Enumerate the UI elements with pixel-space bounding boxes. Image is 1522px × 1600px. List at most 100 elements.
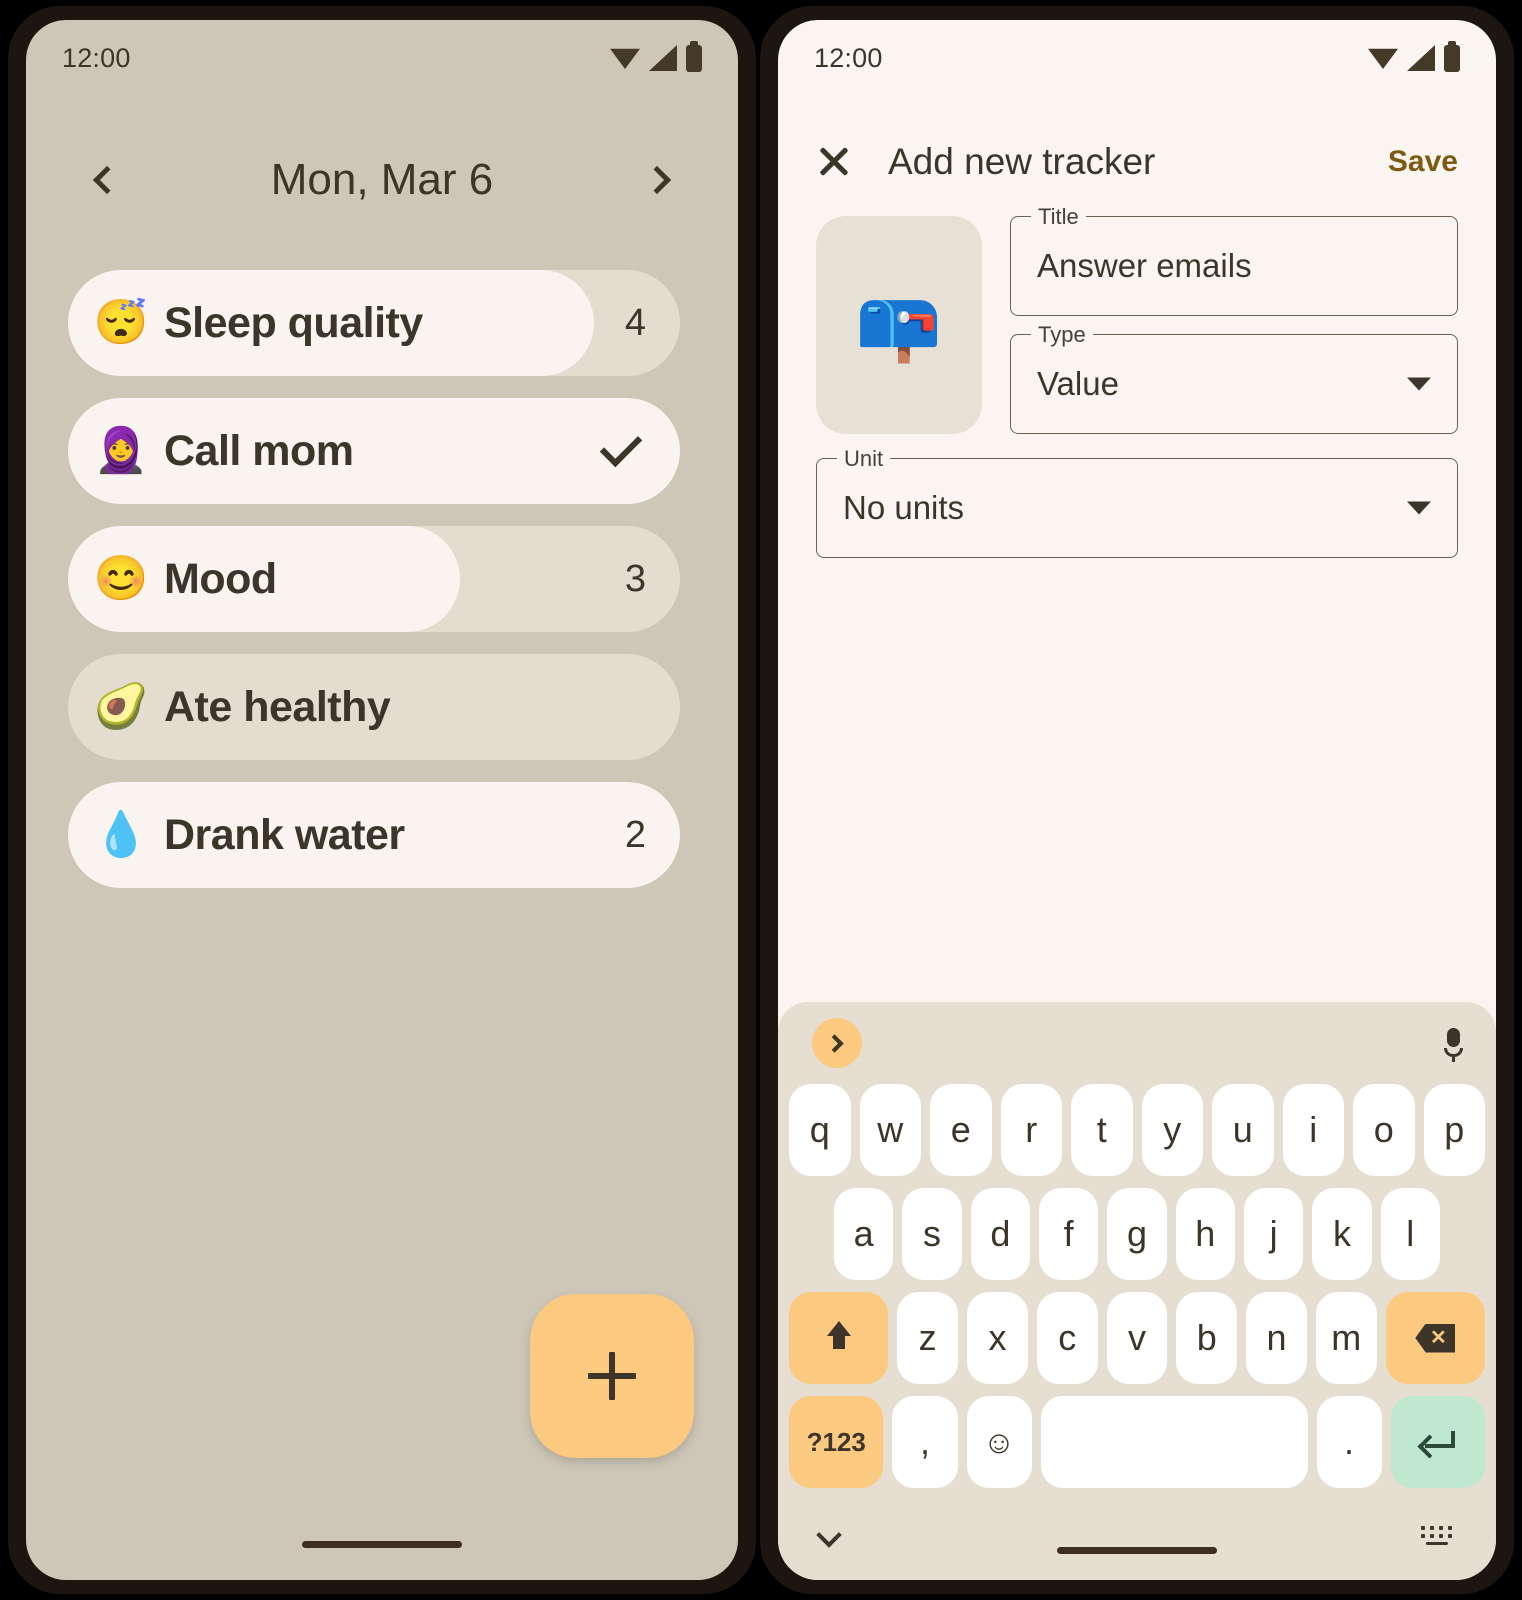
keyboard-switch-icon[interactable] xyxy=(1420,1526,1454,1552)
tracker-value: 4 xyxy=(624,301,646,344)
tracker-row[interactable]: 😊 Mood 3 xyxy=(68,526,680,632)
emoji-picker-button[interactable]: 📪 xyxy=(816,216,982,434)
sleeping-face-emoji: 😴 xyxy=(93,298,149,347)
key-b[interactable]: b xyxy=(1176,1292,1238,1384)
key-c[interactable]: c xyxy=(1036,1292,1098,1384)
key-e[interactable]: e xyxy=(930,1084,992,1176)
primary-fields: Title Answer emails Type Value xyxy=(1010,204,1458,434)
woman-with-headscarf-emoji: 🧕 xyxy=(93,426,149,475)
tracker-label: Sleep quality xyxy=(164,298,423,347)
key-q[interactable]: q xyxy=(789,1084,851,1176)
signal-icon xyxy=(1407,45,1435,71)
status-icons xyxy=(1368,40,1460,72)
key-j[interactable]: j xyxy=(1243,1188,1304,1280)
key-u[interactable]: u xyxy=(1212,1084,1274,1176)
key-w[interactable]: w xyxy=(859,1084,921,1176)
add-tracker-fab[interactable] xyxy=(530,1294,694,1458)
key-v[interactable]: v xyxy=(1106,1292,1168,1384)
keyboard-bottom-bar xyxy=(778,1500,1496,1578)
period-key[interactable]: . xyxy=(1316,1396,1382,1488)
save-button[interactable]: Save xyxy=(1388,145,1458,179)
key-s[interactable]: s xyxy=(902,1188,962,1280)
key-g[interactable]: g xyxy=(1107,1188,1167,1280)
key-k[interactable]: k xyxy=(1312,1188,1372,1280)
key-a[interactable]: a xyxy=(834,1188,894,1280)
battery-icon xyxy=(1444,40,1460,72)
hide-keyboard-button[interactable] xyxy=(816,1522,842,1548)
emoji-key[interactable]: ☺ xyxy=(966,1396,1032,1488)
tracker-row[interactable]: 🧕 Call mom xyxy=(68,398,680,504)
next-day-button[interactable] xyxy=(632,151,690,209)
key-n[interactable]: n xyxy=(1246,1292,1307,1384)
space-key[interactable] xyxy=(1040,1396,1308,1488)
chevron-down-icon xyxy=(816,1522,842,1548)
battery-icon xyxy=(686,40,702,72)
tracker-label: Call mom xyxy=(164,426,354,475)
key-y[interactable]: y xyxy=(1141,1084,1203,1176)
closed-mailbox-with-raised-flag-emoji: 📪 xyxy=(855,286,943,364)
key-o[interactable]: o xyxy=(1353,1084,1415,1176)
title-field-value: Answer emails xyxy=(1037,247,1252,284)
on-screen-keyboard: qwertyuiop asdfghjkl zxcvbnm ✕ ?123 , ☺ xyxy=(778,1002,1496,1580)
tracker-row-content: 🧕 Call mom xyxy=(68,398,680,504)
plus-icon xyxy=(588,1352,636,1400)
title-field-label: Title xyxy=(1031,204,1086,230)
tracker-label: Drank water xyxy=(164,810,405,859)
key-r[interactable]: r xyxy=(1000,1084,1062,1176)
keyboard-row-4: ?123 , ☺ . xyxy=(778,1396,1496,1488)
key-z[interactable]: z xyxy=(897,1292,959,1384)
tracker-row-content: 😊 Mood 3 xyxy=(68,526,680,632)
key-m[interactable]: m xyxy=(1315,1292,1377,1384)
shift-icon xyxy=(824,1321,854,1355)
status-time: 12:00 xyxy=(62,42,131,73)
key-t[interactable]: t xyxy=(1071,1084,1133,1176)
type-field[interactable]: Type Value xyxy=(1010,322,1458,434)
shift-key[interactable] xyxy=(789,1292,889,1384)
add-tracker-form: 📪 Title Answer emails Type Value Unit No… xyxy=(778,204,1496,558)
enter-icon xyxy=(1421,1431,1455,1453)
date-header: Mon, Mar 6 xyxy=(26,130,738,230)
tracker-list: 😴 Sleep quality 4 🧕 Call mom 😊 Mood 3 🥑 Ate healt… xyxy=(68,270,680,910)
tracker-row[interactable]: 🥑 Ate healthy xyxy=(68,654,680,760)
tracker-row[interactable]: 😴 Sleep quality 4 xyxy=(68,270,680,376)
unit-field-label: Unit xyxy=(837,446,891,472)
enter-key[interactable] xyxy=(1390,1396,1485,1488)
dual-phone-screenshot: 12:00 Mon, Mar 6 😴 Sleep quality 4 🧕 Call mo… xyxy=(0,0,1522,1600)
key-p[interactable]: p xyxy=(1423,1084,1485,1176)
key-d[interactable]: d xyxy=(970,1188,1030,1280)
check-icon xyxy=(599,424,643,468)
key-f[interactable]: f xyxy=(1039,1188,1099,1280)
title-field[interactable]: Title Answer emails xyxy=(1010,204,1458,316)
unit-field[interactable]: Unit No units xyxy=(816,446,1458,558)
home-indicator[interactable] xyxy=(1057,1547,1217,1554)
home-indicator[interactable] xyxy=(302,1541,462,1548)
chevron-down-icon[interactable] xyxy=(1407,501,1431,515)
backspace-icon: ✕ xyxy=(1415,1323,1456,1353)
key-h[interactable]: h xyxy=(1175,1188,1235,1280)
app-bar-title: Add new tracker xyxy=(888,141,1156,182)
keyboard-row-3: zxcvbnm ✕ xyxy=(778,1292,1496,1384)
comma-key[interactable]: , xyxy=(892,1396,958,1488)
symbols-key[interactable]: ?123 xyxy=(789,1396,884,1488)
tracker-row-content: 💧 Drank water 2 xyxy=(68,782,680,888)
close-icon[interactable] xyxy=(816,144,852,180)
previous-day-button[interactable] xyxy=(74,151,132,209)
key-i[interactable]: i xyxy=(1282,1084,1344,1176)
keyboard-row-2: asdfghjkl xyxy=(778,1188,1496,1280)
key-x[interactable]: x xyxy=(967,1292,1028,1384)
smiling-face-emoji: 😊 xyxy=(93,554,149,603)
right-phone-screen: 12:00 Add new tracker Save 📪 Title Answe… xyxy=(778,20,1496,1580)
keyboard-suggestion-bar xyxy=(778,1002,1496,1084)
microphone-icon[interactable] xyxy=(1444,1028,1463,1062)
emoji-icon: ☺ xyxy=(982,1423,1016,1460)
chevron-down-icon[interactable] xyxy=(1407,377,1431,391)
backspace-key[interactable]: ✕ xyxy=(1385,1292,1485,1384)
right-status-bar: 12:00 xyxy=(778,20,1496,96)
tracker-row[interactable]: 💧 Drank water 2 xyxy=(68,782,680,888)
key-l[interactable]: l xyxy=(1380,1188,1440,1280)
left-phone-screen: 12:00 Mon, Mar 6 😴 Sleep quality 4 🧕 Call mo… xyxy=(26,20,738,1580)
droplet-emoji: 💧 xyxy=(93,810,149,859)
expand-toolbar-button[interactable] xyxy=(812,1018,862,1068)
type-field-label: Type xyxy=(1031,322,1093,348)
tracker-label: Mood xyxy=(164,554,277,603)
